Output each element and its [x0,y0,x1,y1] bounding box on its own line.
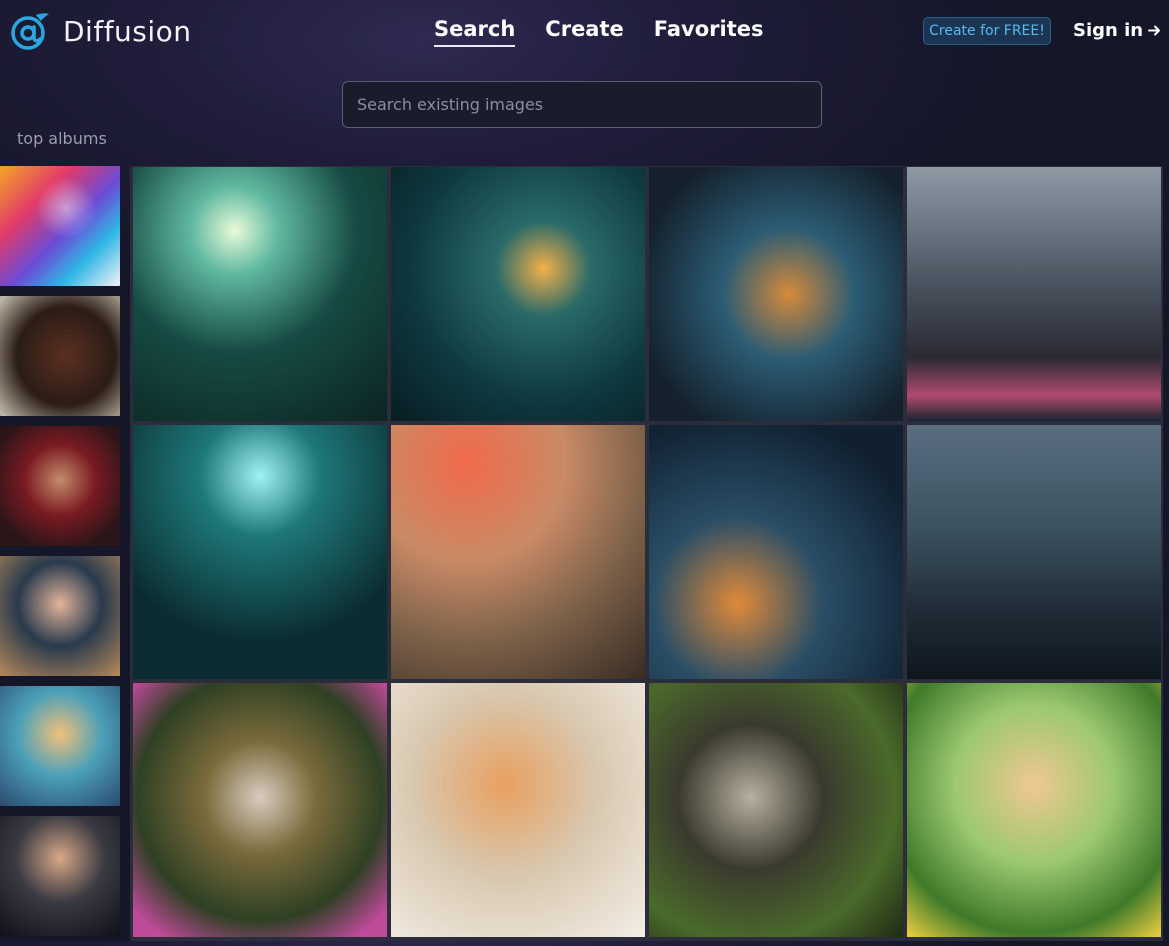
nav-favorites[interactable]: Favorites [654,17,764,47]
album-thumbnail[interactable] [0,166,120,286]
gallery-image[interactable] [907,167,1161,421]
arrow-right-icon [1148,25,1161,36]
sign-in-label: Sign in [1073,20,1144,41]
sign-in-link[interactable]: Sign in [1073,20,1161,41]
create-for-free-button[interactable]: Create for FREE! [923,17,1051,45]
nav-search[interactable]: Search [434,17,516,47]
album-thumbnail[interactable] [0,556,120,676]
image-gallery-grid [130,166,1163,941]
gallery-image[interactable] [907,683,1161,937]
gallery-image[interactable] [649,425,903,679]
gallery-image[interactable] [133,683,387,937]
albums-heading: top albums [17,129,107,148]
gallery-image[interactable] [649,683,903,937]
gallery-image[interactable] [391,683,645,937]
gallery-image[interactable] [649,167,903,421]
at-sign-wave-logo-icon [11,13,49,50]
gallery-image[interactable] [391,425,645,679]
album-thumbnail[interactable] [0,296,120,416]
gallery-image[interactable] [907,425,1161,679]
gallery-image[interactable] [133,167,387,421]
brand-name: Diffusion [63,14,192,48]
search-input[interactable] [342,81,822,128]
gallery-image[interactable] [133,425,387,679]
top-albums-list [0,166,121,946]
album-thumbnail[interactable] [0,686,120,806]
brand-logo[interactable]: Diffusion [10,12,192,50]
gallery-image[interactable] [391,167,645,421]
album-thumbnail[interactable] [0,426,120,546]
nav-create[interactable]: Create [545,17,623,47]
album-thumbnail[interactable] [0,816,120,936]
main-nav: Search Create Favorites [434,17,764,47]
